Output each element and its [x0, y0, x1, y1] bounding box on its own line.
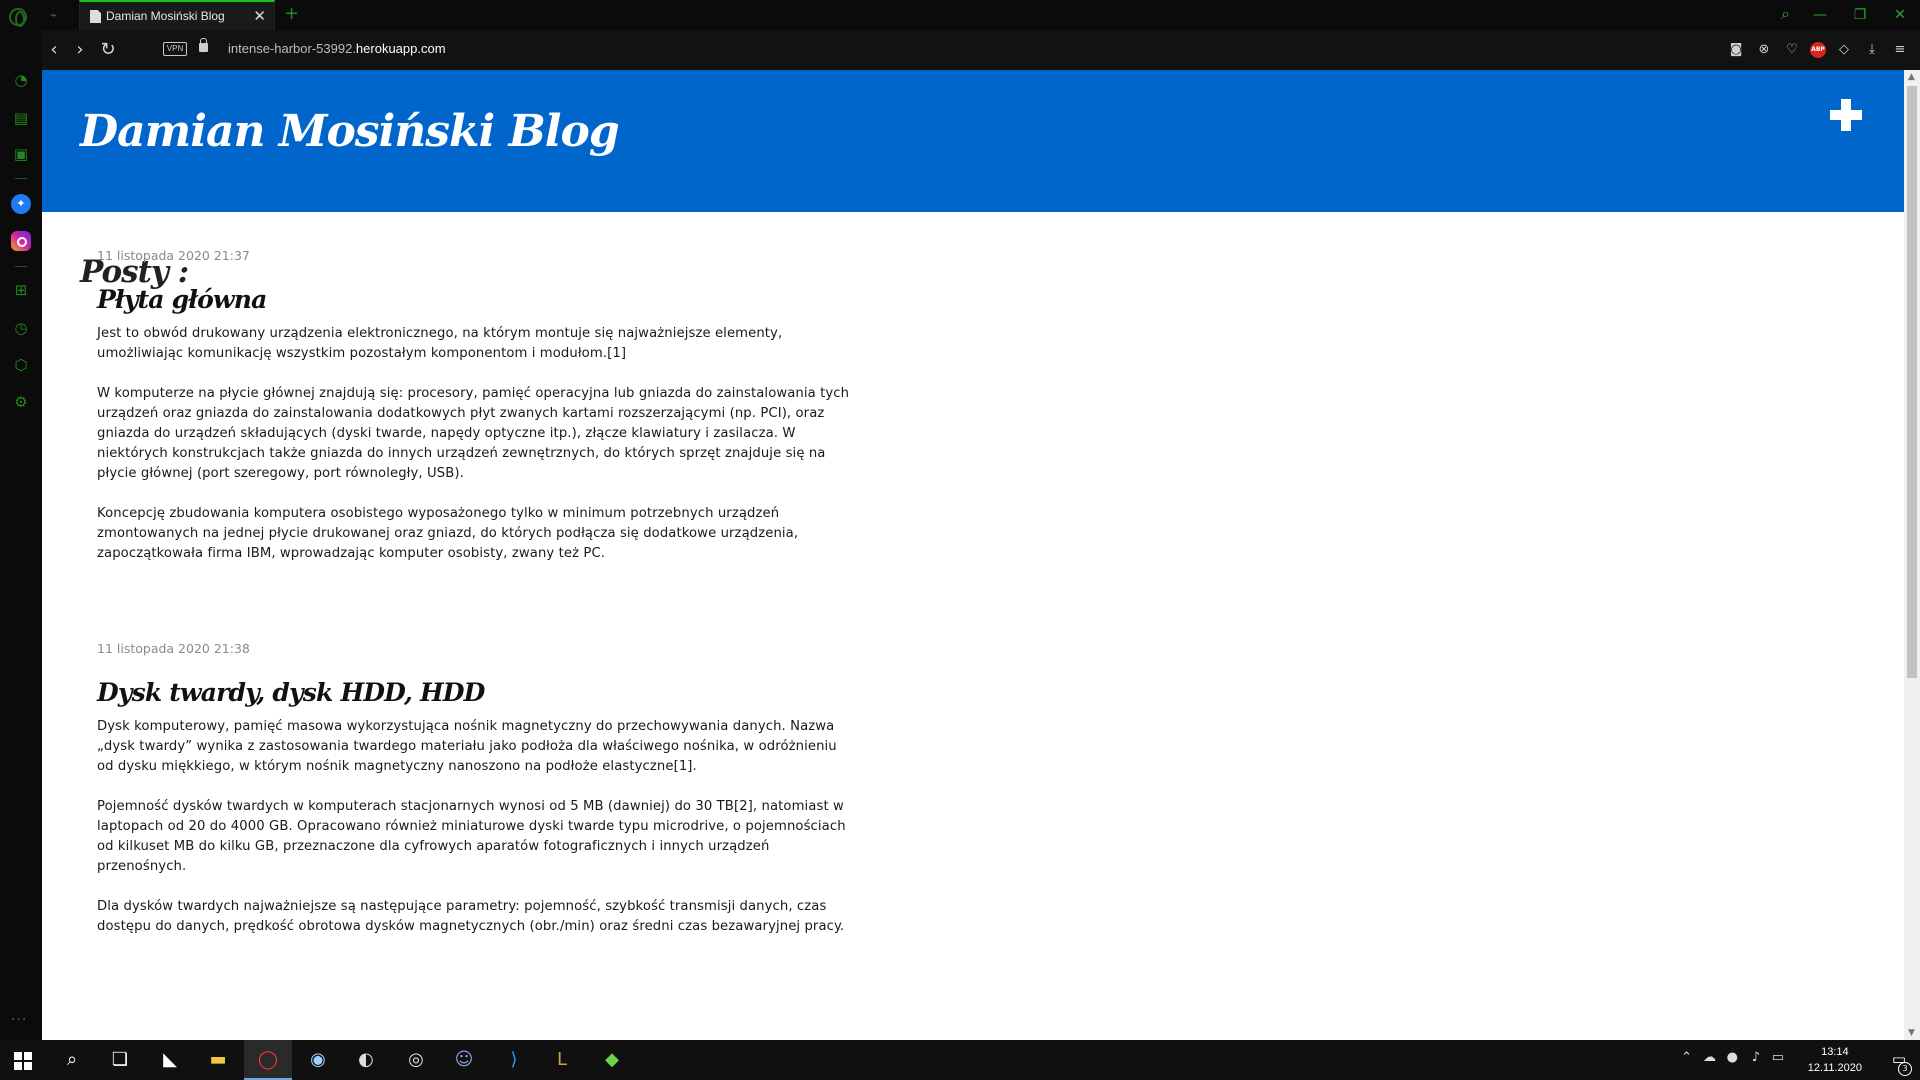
- vpn-badge[interactable]: VPN: [163, 42, 187, 56]
- messenger-icon[interactable]: ✦: [11, 194, 31, 214]
- sidebar-divider: [15, 178, 27, 179]
- windows-start-icon[interactable]: [14, 1052, 32, 1070]
- tab-title: Damian Mosiński Blog: [106, 9, 225, 23]
- address-bar: ‹ › ↻ VPN intense-harbor-53992.herokuapp…: [42, 30, 1920, 70]
- lock-icon[interactable]: [199, 38, 208, 52]
- browser-sidebar: ◔ ▤ ▣ ✦ ⊞ ◷ ⬡ ⚙ ···: [0, 30, 42, 1040]
- new-tab-button[interactable]: +: [284, 3, 299, 25]
- bag-icon[interactable]: ▤: [11, 108, 31, 128]
- url-prefix: intense-harbor-53992.: [228, 41, 356, 56]
- post-paragraph: Dla dysków twardych najważniejsze są nas…: [97, 899, 845, 934]
- post-date: 11 listopada 2020 21:38: [97, 641, 250, 656]
- post-title: Dysk twardy, dysk HDD, HDD: [97, 678, 485, 707]
- clock[interactable]: 13:14 12.11.2020: [1808, 1044, 1862, 1076]
- search-tabs-icon[interactable]: ⌕: [1781, 4, 1790, 24]
- post-date: 11 listopada 2020 21:37: [97, 248, 250, 263]
- scroll-up-icon[interactable]: ▲: [1908, 72, 1915, 82]
- file-explorer-icon[interactable]: ▬: [194, 1040, 242, 1080]
- post-body: Dysk komputerowy, pamięć masowa wykorzys…: [97, 717, 857, 937]
- cube-icon[interactable]: ◇: [1834, 40, 1854, 60]
- download-icon[interactable]: ⤓: [1862, 40, 1882, 60]
- scrollbar-thumb[interactable]: [1907, 86, 1917, 678]
- app-icon[interactable]: ◐: [342, 1040, 390, 1080]
- settings-icon[interactable]: ⚙: [11, 392, 31, 412]
- network-icon[interactable]: ▭: [1772, 1050, 1784, 1065]
- forward-icon[interactable]: ›: [68, 38, 92, 62]
- minimize-icon[interactable]: —: [1800, 0, 1840, 30]
- opera-logo-icon[interactable]: [9, 8, 27, 27]
- speed-dial-icon[interactable]: ◔: [11, 70, 31, 90]
- task-view-icon[interactable]: ❏: [96, 1040, 144, 1080]
- league-of-legends-icon[interactable]: L: [538, 1040, 586, 1080]
- search-icon[interactable]: ⌕: [48, 1040, 96, 1080]
- microphone-icon[interactable]: ●: [1727, 1050, 1738, 1065]
- scroll-down-icon[interactable]: ▼: [1908, 1028, 1915, 1038]
- reload-icon[interactable]: ↻: [96, 38, 120, 62]
- steam-icon[interactable]: ◉: [294, 1040, 342, 1080]
- notification-count: 3: [1898, 1062, 1912, 1076]
- clock-time: 13:14: [1821, 1046, 1849, 1058]
- page-viewport: Damian Mosiński Blog Posty : 11 listopad…: [42, 70, 1904, 1040]
- url-field[interactable]: intense-harbor-53992.herokuapp.com: [228, 41, 446, 56]
- menu-icon[interactable]: ≡: [1890, 40, 1910, 60]
- page-icon: [90, 10, 101, 23]
- close-tab-icon[interactable]: ✕: [253, 6, 266, 26]
- cloud-icon[interactable]: ☁: [1703, 1050, 1716, 1065]
- opera-gx-taskbar-icon[interactable]: ◯: [244, 1040, 292, 1080]
- close-window-icon[interactable]: ✕: [1880, 0, 1920, 30]
- browser-tab-bar: ⌁ Damian Mosiński Blog ✕ + ⌕ — ❐ ✕: [0, 0, 1920, 30]
- post-item: 11 listopada 2020 21:37 Płyta główna Jes…: [97, 248, 857, 584]
- chevron-up-icon[interactable]: ⌃: [1681, 1050, 1692, 1065]
- back-icon[interactable]: ‹: [42, 38, 66, 62]
- discord-icon[interactable]: ☺: [440, 1040, 488, 1080]
- history-icon[interactable]: ◷: [11, 318, 31, 338]
- window-controls: — ❐ ✕: [1800, 0, 1920, 30]
- restore-icon[interactable]: ❐: [1840, 0, 1880, 30]
- address-bar-tools: ◙ ⊗ ♡ ABP ◇ ⤓ ≡: [1726, 40, 1910, 60]
- post-paragraph: W komputerze na płycie głównej znajdują …: [97, 386, 850, 481]
- instagram-icon[interactable]: [11, 231, 31, 251]
- app-icon[interactable]: ◣: [146, 1040, 194, 1080]
- post-title: Płyta główna: [97, 285, 267, 314]
- page-scrollbar[interactable]: ▲ ▼: [1904, 70, 1920, 1040]
- site-title[interactable]: Damian Mosiński Blog: [80, 106, 620, 157]
- media-player-icon[interactable]: ◎: [392, 1040, 440, 1080]
- clock-date: 12.11.2020: [1807, 1062, 1862, 1074]
- url-host: herokuapp.com: [355, 41, 446, 56]
- windows-taskbar: ⌕ ❏ ◣ ▬ ◯ ◉ ◐ ◎ ☺ ⟩ L ◆ ⌃ ☁ ● ♪ ▭ 13:14 …: [0, 1040, 1920, 1080]
- heart-icon[interactable]: ♡: [1782, 40, 1802, 60]
- post-paragraph: Dysk komputerowy, pamięć masowa wykorzys…: [97, 719, 837, 774]
- extensions-icon[interactable]: ⬡: [11, 355, 31, 375]
- more-icon[interactable]: ···: [11, 1012, 27, 1028]
- site-header: Damian Mosiński Blog: [42, 70, 1904, 212]
- vscode-icon[interactable]: ⟩: [490, 1040, 538, 1080]
- grid-icon[interactable]: ⊞: [11, 280, 31, 300]
- sidebar-divider: [15, 266, 27, 267]
- snapshot-icon[interactable]: ◙: [1726, 40, 1746, 60]
- post-body: Jest to obwód drukowany urządzenia elekt…: [97, 324, 857, 564]
- tab-active[interactable]: Damian Mosiński Blog ✕: [79, 0, 275, 30]
- post-item: 11 listopada 2020 21:38 Dysk twardy, dys…: [97, 641, 857, 957]
- volume-icon[interactable]: ♪: [1752, 1050, 1760, 1065]
- twitch-icon[interactable]: ▣: [11, 144, 31, 164]
- post-paragraph: Koncepcję zbudowania komputera osobisteg…: [97, 506, 799, 561]
- tracker-blocker-icon[interactable]: ⊗: [1754, 40, 1774, 60]
- post-paragraph: Pojemność dysków twardych w komputerach …: [97, 799, 846, 874]
- add-post-button[interactable]: [1826, 95, 1866, 135]
- gx-control-icon[interactable]: ⌁: [50, 9, 66, 21]
- post-paragraph: Jest to obwód drukowany urządzenia elekt…: [97, 326, 783, 361]
- gitkraken-icon[interactable]: ◆: [588, 1040, 636, 1080]
- adblock-plus-icon[interactable]: ABP: [1810, 42, 1826, 58]
